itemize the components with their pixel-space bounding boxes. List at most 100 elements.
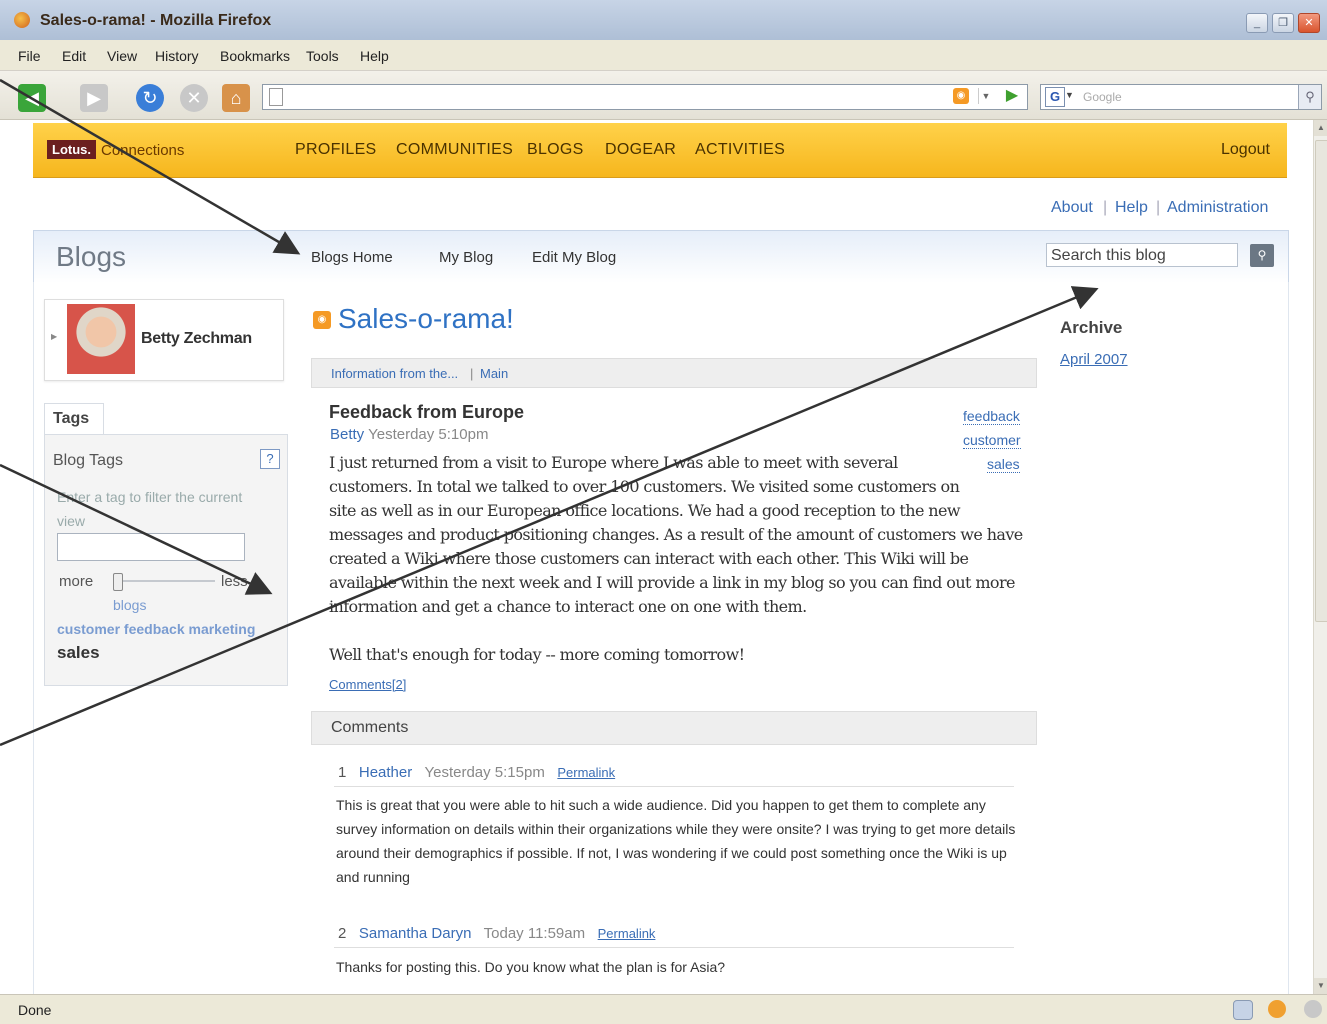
rss-feed-icon[interactable]: ◉	[313, 311, 331, 329]
util-separator: |	[1103, 199, 1108, 216]
comments-link[interactable]: Comments[2]	[329, 677, 406, 692]
go-icon[interactable]: ▶	[1003, 86, 1021, 106]
administration-link[interactable]: Administration	[1167, 199, 1268, 217]
menu-help[interactable]: Help	[360, 48, 389, 64]
breadcrumb-item[interactable]: Main	[480, 366, 508, 381]
post-body: I just returned from a visit to Europe w…	[329, 451, 1029, 691]
scroll-down-icon[interactable]: ▼	[1314, 978, 1327, 994]
menu-view[interactable]: View	[107, 48, 137, 64]
forward-icon[interactable]: ▶	[80, 84, 108, 112]
post-title[interactable]: Feedback from Europe	[329, 402, 524, 423]
avatar	[67, 304, 135, 374]
tag-slider-track[interactable]	[115, 580, 215, 582]
nav-activities[interactable]: ACTIVITIES	[695, 141, 785, 159]
post-author[interactable]: Betty	[330, 426, 364, 443]
tag-cloud-item[interactable]: blogs	[113, 597, 146, 613]
restore-icon[interactable]: ❐	[1272, 13, 1294, 33]
nav-dogear[interactable]: DOGEAR	[605, 141, 676, 159]
close-icon[interactable]: ✕	[1298, 13, 1320, 33]
permalink[interactable]: Permalink	[598, 926, 656, 941]
status-addon-icon[interactable]	[1268, 1000, 1286, 1018]
search-icon: ⚲	[1257, 248, 1267, 262]
tags-widget: Blog Tags ? Enter a tag to filter the cu…	[44, 434, 288, 686]
menu-edit[interactable]: Edit	[62, 48, 86, 64]
status-bar: Done	[0, 994, 1327, 1024]
divider	[334, 947, 1014, 948]
tab-edit-my-blog[interactable]: Edit My Blog	[532, 249, 616, 266]
tab-my-blog[interactable]: My Blog	[439, 249, 493, 266]
url-dropdown-icon[interactable]: ▼	[978, 88, 993, 104]
tag-slider-handle[interactable]	[113, 573, 123, 591]
logo-product: Connections	[101, 142, 185, 159]
breadcrumb: Information from the... | Main	[311, 358, 1037, 388]
divider	[334, 786, 1014, 787]
url-bar[interactable]: ◉ ▼ ▶	[262, 84, 1028, 110]
vertical-scrollbar[interactable]: ▲ ▼	[1313, 120, 1327, 994]
tag-slider-more-label: more	[59, 573, 94, 590]
tag-slider-less-label: less	[221, 573, 248, 590]
page-icon	[269, 88, 283, 106]
comment-number: 1	[338, 764, 347, 781]
comment-body: This is great that you were able to hit …	[336, 797, 1016, 885]
post-tag[interactable]: customer	[963, 432, 1021, 449]
comment-author[interactable]: Heather	[359, 764, 412, 781]
search-icon[interactable]: ⚲	[1298, 85, 1321, 109]
blog-tags-heading: Blog Tags	[53, 452, 123, 469]
menu-tools[interactable]: Tools	[306, 48, 339, 64]
status-resize-grip-icon	[1304, 1000, 1322, 1018]
tag-filter-input[interactable]	[57, 533, 245, 561]
comments-header: Comments	[311, 711, 1037, 745]
scroll-up-icon[interactable]: ▲	[1314, 120, 1327, 136]
rss-feed-icon[interactable]: ◉	[953, 88, 969, 104]
browser-search-box[interactable]: G ▼ Google ⚲	[1040, 84, 1322, 110]
status-text: Done	[18, 1002, 52, 1018]
menu-bookmarks[interactable]: Bookmarks	[220, 48, 290, 64]
post-time: Yesterday 5:10pm	[368, 426, 489, 443]
util-separator: |	[1156, 199, 1161, 216]
archive-month-link[interactable]: April 2007	[1060, 351, 1128, 368]
nav-profiles[interactable]: PROFILES	[295, 141, 377, 159]
tag-cloud-item[interactable]: customer feedback marketing	[57, 621, 255, 637]
tab-blogs-home[interactable]: Blogs Home	[311, 249, 393, 266]
blog-name: Sales-o-rama!	[338, 303, 514, 334]
menu-file[interactable]: File	[18, 48, 41, 64]
post-meta: Betty Yesterday 5:10pm	[330, 426, 488, 443]
tab-tags[interactable]: Tags	[44, 403, 104, 436]
minimize-icon[interactable]: _	[1246, 13, 1268, 33]
help-icon[interactable]: ?	[260, 449, 280, 469]
stop-icon[interactable]: ✕	[180, 84, 208, 112]
menu-history[interactable]: History	[155, 48, 199, 64]
scroll-thumb[interactable]	[1315, 140, 1327, 622]
tags-tab-label: Tags	[53, 410, 90, 427]
page-title: Blogs	[56, 241, 127, 272]
status-page-icon[interactable]	[1233, 1000, 1253, 1020]
logout-link[interactable]: Logout	[1221, 141, 1270, 159]
about-link[interactable]: About	[1051, 199, 1093, 217]
reload-icon[interactable]: ↻	[136, 84, 164, 112]
tag-filter-hint: Enter a tag to filter the current view	[57, 489, 243, 529]
comment-author[interactable]: Samantha Daryn	[359, 925, 472, 942]
search-engine-dropdown-icon[interactable]: ▼	[1065, 90, 1074, 100]
home-icon[interactable]: ⌂	[222, 84, 250, 112]
comment-time: Today 11:59am	[483, 925, 586, 942]
help-link[interactable]: Help	[1115, 199, 1148, 217]
profile-card[interactable]: ▶ Betty Zechman	[44, 299, 284, 381]
permalink[interactable]: Permalink	[557, 765, 615, 780]
comment-meta: 2 Samantha Daryn Today 11:59am Permalink	[338, 925, 655, 942]
blog-search-button[interactable]: ⚲	[1250, 244, 1274, 267]
comment-body: Thanks for posting this. Do you know wha…	[336, 959, 726, 975]
profile-name[interactable]: Betty Zechman	[141, 330, 252, 348]
blog-search-input[interactable]: Search this blog	[1046, 243, 1238, 267]
tag-cloud-item[interactable]: sales	[57, 643, 100, 663]
nav-communities[interactable]: COMMUNITIES	[396, 141, 513, 159]
expand-arrow-icon[interactable]: ▶	[51, 332, 57, 341]
comments-heading: Comments	[331, 719, 409, 736]
back-icon[interactable]: ◀	[18, 84, 46, 112]
nav-blogs[interactable]: BLOGS	[527, 141, 584, 159]
firefox-icon	[14, 12, 30, 28]
post-tag[interactable]: feedback	[963, 408, 1020, 425]
google-icon[interactable]: G	[1045, 87, 1065, 107]
window-title: Sales-o-rama! - Mozilla Firefox	[40, 12, 272, 29]
breadcrumb-item[interactable]: Information from the...	[331, 366, 458, 381]
post-paragraph: I just returned from a visit to Europe w…	[329, 453, 1023, 616]
